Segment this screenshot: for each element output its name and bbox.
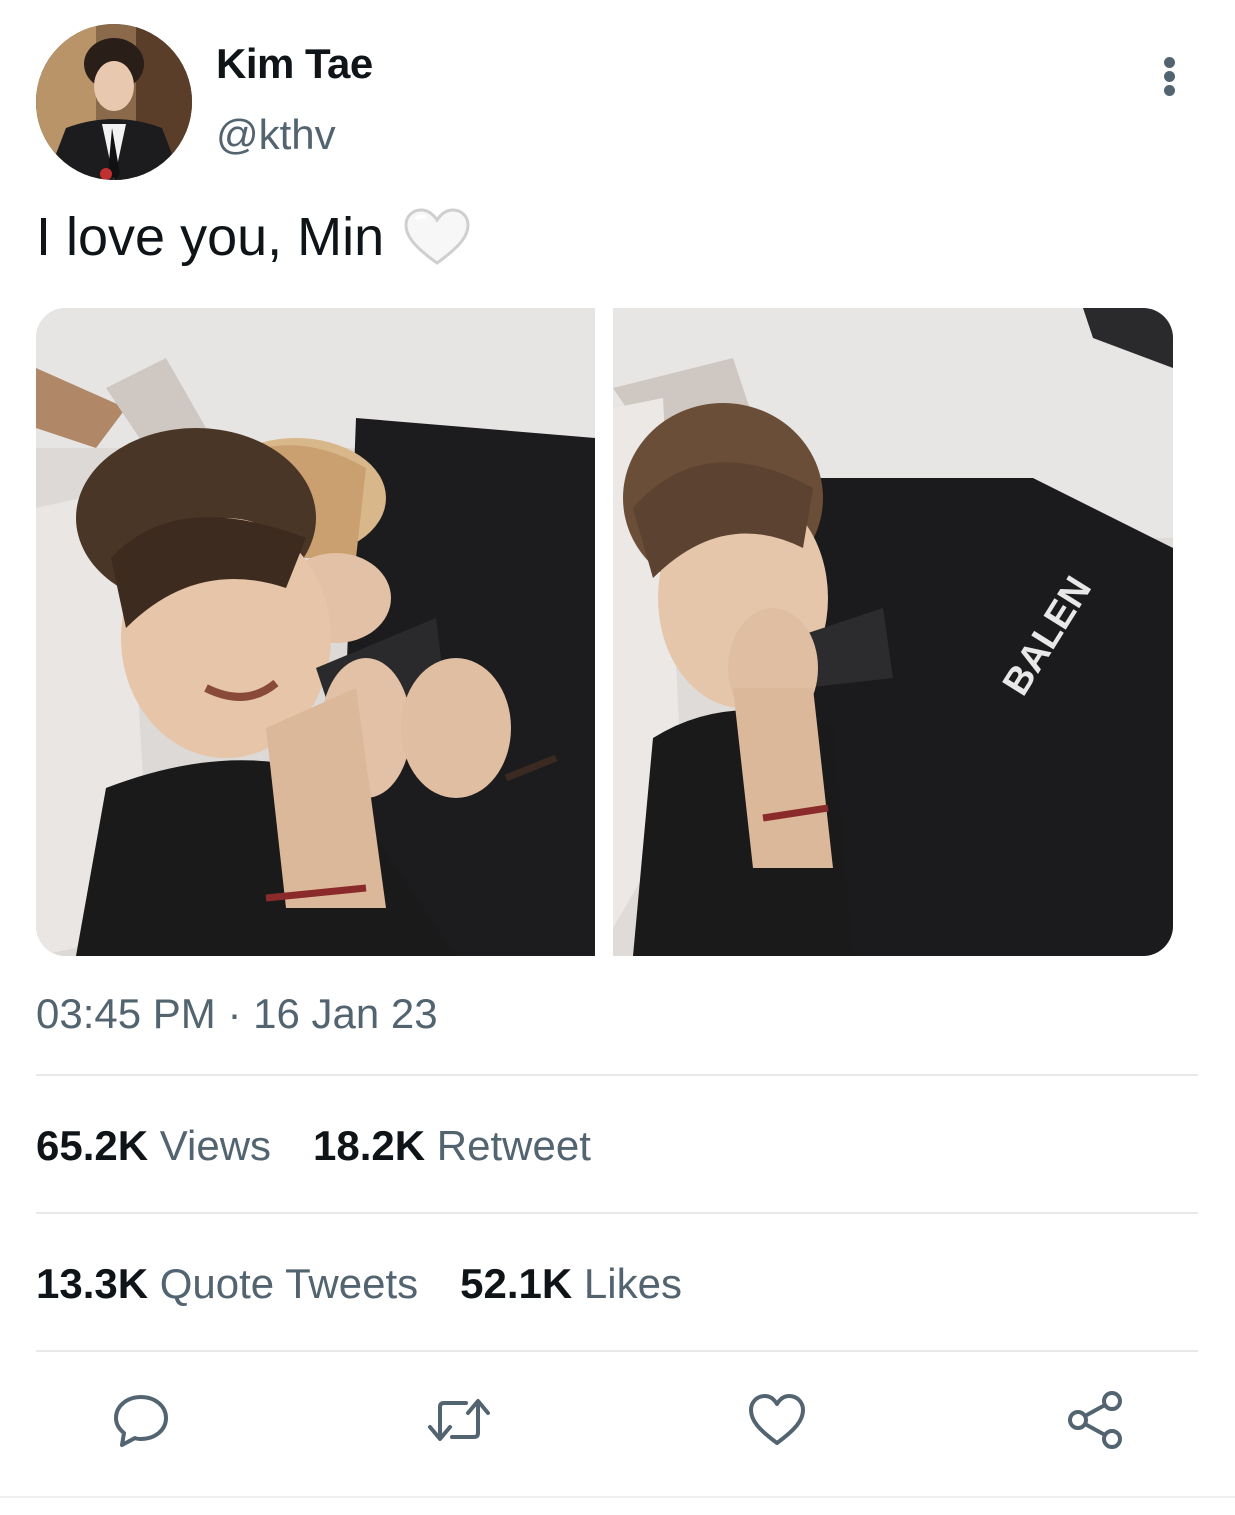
divider [36, 1074, 1198, 1076]
share-icon[interactable] [1060, 1385, 1130, 1455]
tweet-body: I love you, Min [36, 207, 385, 267]
user-handle[interactable]: @kthv [216, 111, 336, 159]
avatar[interactable] [36, 24, 192, 180]
likes-count: 52.1K [460, 1260, 573, 1307]
tweet-action-bar [0, 1385, 1235, 1455]
divider [0, 1496, 1235, 1498]
quote-tweets-label: Quote Tweets [159, 1260, 419, 1307]
retweet-stat[interactable]: 18.2K Retweet [313, 1122, 591, 1170]
tweet-photo-2[interactable]: BALEN [613, 308, 1173, 956]
divider [36, 1212, 1198, 1214]
quote-tweets-count: 13.3K [36, 1260, 149, 1307]
stats-row: 65.2K Views 18.2K Retweet [36, 1122, 591, 1170]
tweet-timestamp[interactable]: 03:45 PM · 16 Jan 23 [36, 990, 438, 1038]
tweet-text: I love you, Min [36, 206, 472, 268]
views-label: Views [159, 1122, 272, 1169]
likes-stat[interactable]: 52.1K Likes [460, 1260, 682, 1308]
reply-icon[interactable] [106, 1385, 176, 1455]
retweet-count: 18.2K [313, 1122, 426, 1169]
views-count: 65.2K [36, 1122, 149, 1169]
divider [36, 1350, 1198, 1352]
views-stat[interactable]: 65.2K Views [36, 1122, 271, 1170]
retweet-label: Retweet [436, 1122, 591, 1169]
quote-tweets-stat[interactable]: 13.3K Quote Tweets [36, 1260, 418, 1308]
retweet-icon[interactable] [424, 1385, 494, 1455]
display-name[interactable]: Kim Tae [216, 40, 373, 88]
like-icon[interactable] [742, 1385, 812, 1455]
tweet-photo-1[interactable] [36, 308, 595, 956]
white-heart-emoji-icon [404, 208, 470, 265]
stats-row: 13.3K Quote Tweets 52.1K Likes [36, 1260, 682, 1308]
more-options-icon[interactable] [1150, 52, 1190, 100]
likes-label: Likes [583, 1260, 682, 1307]
